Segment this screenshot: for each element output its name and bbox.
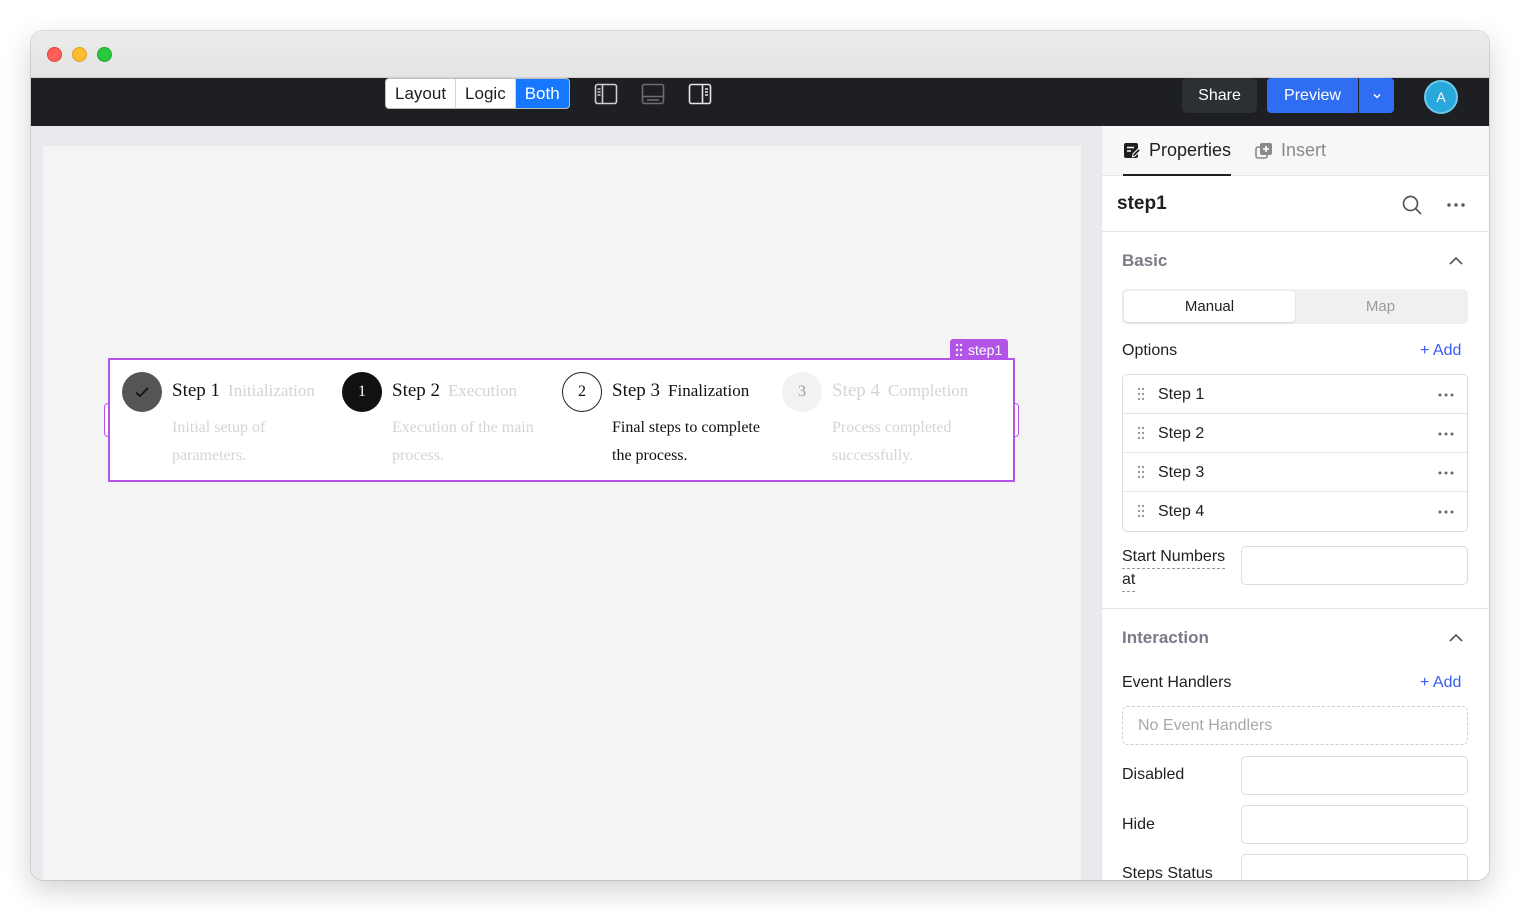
step-description: Process completed successfully. xyxy=(832,419,952,464)
toggle-bottom-panel-icon[interactable] xyxy=(640,81,666,107)
more-icon[interactable] xyxy=(1438,393,1454,397)
properties-icon xyxy=(1124,143,1141,158)
step-title: Step 3 xyxy=(612,380,661,401)
options-mode-switch: Manual Map xyxy=(1122,289,1468,324)
step-title: Step 1 xyxy=(172,380,221,401)
options-label: Options xyxy=(1122,342,1178,359)
step-subtitle: Completion xyxy=(888,381,969,400)
divider xyxy=(1102,608,1489,609)
option-label: Step 1 xyxy=(1158,386,1205,403)
drag-handle-icon[interactable] xyxy=(1137,504,1145,518)
canvas-area xyxy=(31,126,1101,880)
component-name[interactable]: step1 xyxy=(1117,193,1167,215)
list-item[interactable]: Step 4 xyxy=(1123,492,1467,531)
close-window-button[interactable] xyxy=(47,47,62,62)
chevron-down-icon xyxy=(1372,93,1381,99)
toggle-right-panel-icon[interactable] xyxy=(687,81,713,107)
disabled-input[interactable] xyxy=(1241,756,1468,795)
divider xyxy=(1102,231,1489,232)
step-subtitle: Execution xyxy=(448,381,517,400)
mode-map[interactable]: Map xyxy=(1295,291,1466,322)
list-item[interactable]: Step 2 xyxy=(1123,414,1467,453)
steps-status-label: Steps Status xyxy=(1122,865,1213,880)
view-mode-switch: Layout Logic Both xyxy=(385,78,570,109)
view-mode-layout[interactable]: Layout xyxy=(386,79,457,108)
option-label: Step 2 xyxy=(1158,425,1205,442)
step-subtitle: Finalization xyxy=(668,381,750,400)
no-event-handlers-placeholder: No Event Handlers xyxy=(1122,706,1468,745)
step-description: Initial setup of parameters. xyxy=(172,419,266,464)
preview-button[interactable]: Preview xyxy=(1267,78,1358,113)
top-toolbar: Layout Logic Both Share Preview A xyxy=(31,78,1489,126)
title-bar xyxy=(31,31,1489,78)
tab-insert-label: Insert xyxy=(1281,140,1327,160)
start-numbers-input[interactable] xyxy=(1241,546,1468,585)
design-canvas[interactable] xyxy=(43,146,1081,880)
option-label: Step 3 xyxy=(1158,464,1205,481)
start-numbers-label: Start Numbers at xyxy=(1122,546,1226,592)
app-window: Layout Logic Both Share Preview A step1 … xyxy=(31,31,1489,880)
options-list: Step 1 Step 2 Step 3 Step 4 xyxy=(1122,374,1468,532)
tab-properties-label: Properties xyxy=(1149,140,1232,160)
tab-insert[interactable]: Insert xyxy=(1255,140,1326,176)
properties-panel: Properties Insert step1 Basic Manual Map… xyxy=(1101,126,1489,880)
list-item[interactable]: Step 1 xyxy=(1123,375,1467,414)
minimize-window-button[interactable] xyxy=(72,47,87,62)
chevron-up-icon[interactable] xyxy=(1447,629,1465,647)
more-icon[interactable] xyxy=(1445,194,1467,216)
step-title: Step 2 xyxy=(392,380,441,401)
toggle-left-panel-icon[interactable] xyxy=(593,81,619,107)
more-icon[interactable] xyxy=(1438,471,1454,475)
mode-manual[interactable]: Manual xyxy=(1124,291,1295,322)
chevron-up-icon[interactable] xyxy=(1447,252,1465,270)
check-icon xyxy=(135,387,149,398)
panel-tabs: Properties Insert xyxy=(1102,126,1489,176)
preview-dropdown-button[interactable] xyxy=(1359,78,1394,113)
search-icon[interactable] xyxy=(1401,194,1423,216)
hide-input[interactable] xyxy=(1241,805,1468,844)
step-title: Step 4 xyxy=(832,380,881,401)
step-finished-indicator xyxy=(122,372,162,412)
section-basic-title: Basic xyxy=(1122,251,1168,270)
drag-handle-icon[interactable] xyxy=(1137,426,1145,440)
drag-handle-icon[interactable] xyxy=(1137,465,1145,479)
step-description: Execution of the main process. xyxy=(392,419,534,464)
tab-properties[interactable]: Properties xyxy=(1123,140,1232,176)
steps-status-input[interactable] xyxy=(1241,854,1468,880)
steps-component[interactable]: Step 1 Initialization Initial setup of pa… xyxy=(108,358,1015,482)
view-mode-both[interactable]: Both xyxy=(515,79,569,108)
list-item[interactable]: Step 3 xyxy=(1123,453,1467,492)
step-number-indicator: 2 xyxy=(562,372,602,412)
user-avatar[interactable]: A xyxy=(1424,80,1458,114)
step-description: Final steps to complete the process. xyxy=(612,419,760,464)
more-icon[interactable] xyxy=(1438,432,1454,436)
component-tag[interactable]: step1 xyxy=(950,339,1009,360)
more-icon[interactable] xyxy=(1438,510,1454,514)
insert-icon xyxy=(1255,143,1272,159)
add-event-handler-button[interactable]: + Add xyxy=(1420,674,1461,692)
component-tag-label: step1 xyxy=(968,341,1003,358)
step-number-indicator: 3 xyxy=(782,372,822,412)
disabled-label: Disabled xyxy=(1122,766,1185,783)
event-handlers-label: Event Handlers xyxy=(1122,674,1232,691)
add-option-button[interactable]: + Add xyxy=(1420,342,1461,360)
hide-label: Hide xyxy=(1122,816,1155,833)
section-interaction-title: Interaction xyxy=(1122,628,1209,647)
share-button[interactable]: Share xyxy=(1182,78,1257,113)
option-label: Step 4 xyxy=(1158,503,1205,520)
drag-handle-icon xyxy=(955,343,963,356)
step-number-indicator: 1 xyxy=(342,372,382,412)
view-mode-logic[interactable]: Logic xyxy=(456,79,516,108)
zoom-window-button[interactable] xyxy=(97,47,112,62)
step-subtitle: Initialization xyxy=(228,381,315,400)
drag-handle-icon[interactable] xyxy=(1137,387,1145,401)
